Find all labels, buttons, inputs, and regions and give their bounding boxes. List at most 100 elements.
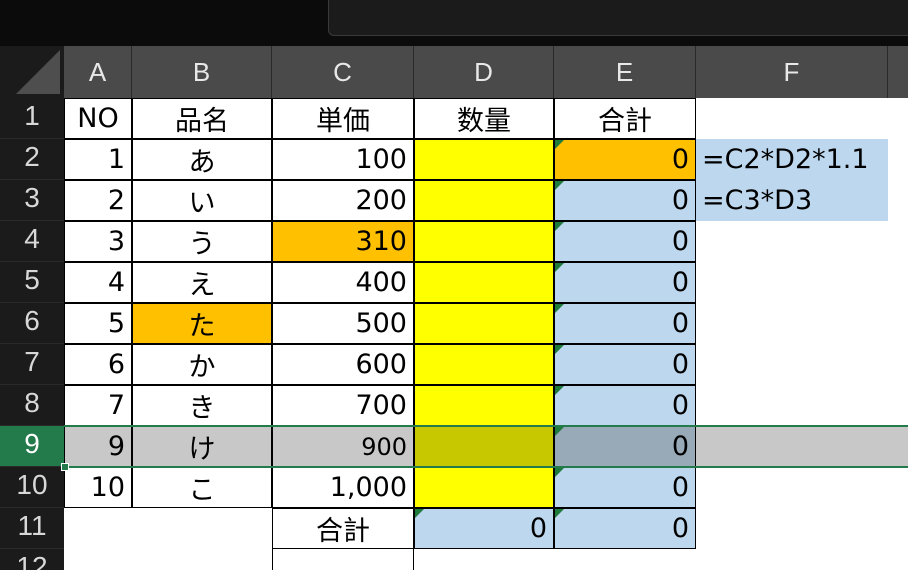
cell-e2[interactable]: 0 <box>554 139 696 180</box>
cell-f4[interactable] <box>696 221 888 262</box>
cell-a6-text: 5 <box>107 308 125 339</box>
column-header-f[interactable]: F <box>696 46 888 98</box>
cell-f9[interactable] <box>696 426 888 467</box>
cell-b7[interactable]: か <box>132 344 272 385</box>
cell-a5[interactable]: 4 <box>64 262 132 303</box>
cell-d8[interactable] <box>414 385 554 426</box>
select-all-triangle-icon <box>16 50 60 94</box>
cell-f7[interactable] <box>696 344 888 385</box>
cell-b2[interactable]: あ <box>132 139 272 180</box>
cell-f5[interactable] <box>696 262 888 303</box>
cell-c7-text: 600 <box>355 349 407 380</box>
column-header-c[interactable]: C <box>272 46 414 98</box>
row-header-4[interactable]: 4 <box>0 221 64 262</box>
cell-b3[interactable]: い <box>132 180 272 221</box>
cell-e5[interactable]: 0 <box>554 262 696 303</box>
cell-a4[interactable]: 3 <box>64 221 132 262</box>
cell-e10[interactable]: 0 <box>554 467 696 508</box>
cell-b6-text: た <box>188 311 216 342</box>
cell-e1[interactable]: 合計 <box>554 98 696 139</box>
cell-c2-text: 100 <box>355 144 407 175</box>
cell-d10[interactable] <box>414 467 554 508</box>
cell-c8[interactable]: 700 <box>272 385 414 426</box>
cell-d9[interactable] <box>414 426 554 467</box>
cell-area[interactable]: NO 品名 単価 数量 合計 1 あ 100 0 =C2*D2*1.1 2 い 200 0 =C3*D3 3 う… <box>64 98 908 570</box>
cell-f2[interactable]: =C2*D2*1.1 <box>696 139 888 180</box>
formula-warning-triangle-icon <box>555 263 564 272</box>
cell-b9[interactable]: け <box>132 426 272 467</box>
cell-a7[interactable]: 6 <box>64 344 132 385</box>
column-header-d[interactable]: D <box>414 46 554 98</box>
column-header-e[interactable]: E <box>554 46 696 98</box>
cell-c1[interactable]: 単価 <box>272 98 414 139</box>
formula-bar-strip[interactable] <box>328 0 908 36</box>
cell-a2[interactable]: 1 <box>64 139 132 180</box>
row-header-12[interactable]: 12 <box>0 549 64 570</box>
cell-d7[interactable] <box>414 344 554 385</box>
cell-d1[interactable]: 数量 <box>414 98 554 139</box>
cell-d4[interactable] <box>414 221 554 262</box>
cell-b5[interactable]: え <box>132 262 272 303</box>
row-header-6[interactable]: 6 <box>0 303 64 344</box>
cell-e6[interactable]: 0 <box>554 303 696 344</box>
cell-e9-text: 0 <box>671 431 689 462</box>
cell-f6[interactable] <box>696 303 888 344</box>
cell-e4-text: 0 <box>671 226 689 257</box>
cell-g9[interactable] <box>888 426 908 467</box>
row-header-3[interactable]: 3 <box>0 180 64 221</box>
cell-c11[interactable]: 合計 <box>272 508 414 549</box>
column-header-a[interactable]: A <box>64 46 132 98</box>
cell-a3[interactable]: 2 <box>64 180 132 221</box>
cell-d5[interactable] <box>414 262 554 303</box>
cell-d3[interactable] <box>414 180 554 221</box>
cell-a1[interactable]: NO <box>64 98 132 139</box>
cell-c10[interactable]: 1,000 <box>272 467 414 508</box>
row-header-5[interactable]: 5 <box>0 262 64 303</box>
column-header-g[interactable] <box>888 46 908 98</box>
column-header-b[interactable]: B <box>132 46 272 98</box>
cell-d2[interactable] <box>414 139 554 180</box>
row-header-7[interactable]: 7 <box>0 344 64 385</box>
cell-c3[interactable]: 200 <box>272 180 414 221</box>
cell-c6[interactable]: 500 <box>272 303 414 344</box>
cell-e7[interactable]: 0 <box>554 344 696 385</box>
cell-a8-text: 7 <box>107 390 125 421</box>
cell-a8[interactable]: 7 <box>64 385 132 426</box>
cell-e1-text: 合計 <box>598 106 652 137</box>
cell-c9[interactable]: 900 <box>272 426 414 467</box>
cell-c2[interactable]: 100 <box>272 139 414 180</box>
cell-e4[interactable]: 0 <box>554 221 696 262</box>
cell-f8[interactable] <box>696 385 888 426</box>
cell-a10[interactable]: 10 <box>64 467 132 508</box>
cell-e11[interactable]: 0 <box>554 508 696 549</box>
row-header-2[interactable]: 2 <box>0 139 64 180</box>
cell-a9[interactable]: 9 <box>64 426 132 467</box>
cell-d6[interactable] <box>414 303 554 344</box>
cell-b1[interactable]: 品名 <box>132 98 272 139</box>
cell-b4[interactable]: う <box>132 221 272 262</box>
row-header-8[interactable]: 8 <box>0 385 64 426</box>
cell-b6[interactable]: た <box>132 303 272 344</box>
cell-e8[interactable]: 0 <box>554 385 696 426</box>
cell-c7[interactable]: 600 <box>272 344 414 385</box>
row-header-1[interactable]: 1 <box>0 98 64 139</box>
cell-c5[interactable]: 400 <box>272 262 414 303</box>
cell-c12[interactable] <box>272 549 414 570</box>
cell-f10[interactable] <box>696 467 888 508</box>
cell-d11[interactable]: 0 <box>414 508 554 549</box>
cell-e9[interactable]: 0 <box>554 426 696 467</box>
cell-b8[interactable]: き <box>132 385 272 426</box>
cell-e3[interactable]: 0 <box>554 180 696 221</box>
cell-c4[interactable]: 310 <box>272 221 414 262</box>
cell-f3-text: =C3*D3 <box>702 185 813 216</box>
row-header-9[interactable]: 9 <box>0 426 64 467</box>
cell-e8-text: 0 <box>671 390 689 421</box>
row-header-10[interactable]: 10 <box>0 467 64 508</box>
cell-e5-text: 0 <box>671 267 689 298</box>
cell-f3[interactable]: =C3*D3 <box>696 180 888 221</box>
cell-b10[interactable]: こ <box>132 467 272 508</box>
cell-a6[interactable]: 5 <box>64 303 132 344</box>
select-all-corner[interactable] <box>0 46 64 98</box>
cell-a9-text: 9 <box>107 431 125 462</box>
row-header-11[interactable]: 11 <box>0 508 64 549</box>
